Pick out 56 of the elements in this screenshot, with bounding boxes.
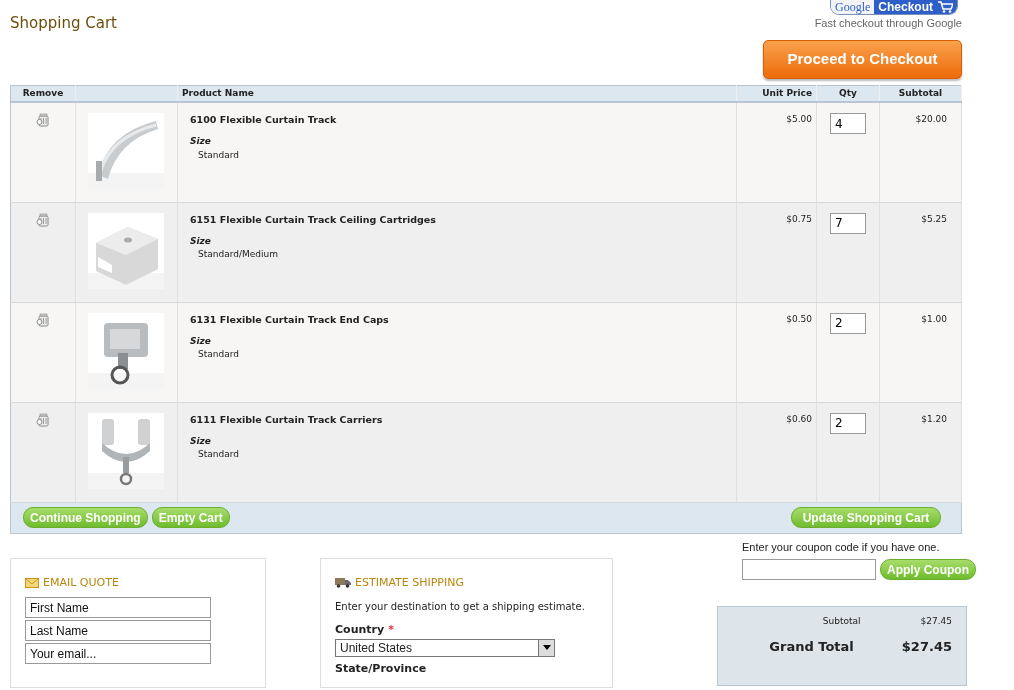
trash-icon[interactable] [36,312,50,327]
option-label: Size [189,234,212,248]
coupon-field[interactable] [742,559,876,580]
truck-icon [335,577,351,589]
required-mark: * [388,623,394,636]
grand-total-value: $27.45 [901,637,952,656]
cart-icon [937,1,953,13]
product-name[interactable]: 6131 Flexible Curtain Track End Caps [189,312,733,327]
text-field[interactable]: First Name [25,597,211,618]
option-value: Standard [197,448,240,462]
product-name[interactable]: 6111 Flexible Curtain Track Carriers [189,412,733,427]
row-subtotal: $1.00 [921,313,947,324]
option-value: Standard/Medium [197,248,279,262]
subtotal-label: Subtotal [822,615,861,628]
option-value: Standard [197,348,240,362]
google-checkout-button[interactable]: Google Checkout [830,0,958,15]
caret-icon [542,645,551,650]
option-value: Standard [197,148,240,162]
subtotal-value: $27.45 [920,615,952,628]
unit-price: $0.60 [786,413,813,424]
coupon-prompt: Enter your coupon code if you have one. [742,539,941,555]
quantity-field[interactable]: 7 [830,212,866,234]
country-label: Country [335,623,385,636]
panel-title: ESTIMATE SHIPPING [355,574,464,591]
column-header: Qty [839,87,857,98]
row-subtotal: $1.20 [921,413,947,424]
column-header: Subtotal [898,87,943,98]
quantity-field[interactable]: 2 [830,312,866,334]
trash-icon[interactable] [36,412,50,427]
checkout-caption: Fast checkout through Google [814,16,962,31]
unit-price: $5.00 [786,114,813,124]
option-label: Size [189,135,212,149]
country-select[interactable]: United States [335,638,555,657]
row-subtotal: $20.00 [915,114,947,124]
quantity-field[interactable]: 2 [830,412,866,434]
row-subtotal: $5.25 [921,213,947,224]
product-name[interactable]: 6100 Flexible Curtain Track [189,113,733,128]
text-field[interactable]: Your email... [25,643,211,664]
column-header: Unit Price [762,87,813,98]
panel-title: EMAIL QUOTE [43,574,119,591]
shipping-intro: Enter your destination to get a shipping estimate. [335,600,586,614]
option-label: Size [189,434,212,448]
trash-icon[interactable] [36,113,50,127]
trash-icon[interactable] [36,212,50,227]
option-label: Size [189,334,212,348]
column-header: Remove [22,87,64,98]
page-title: Shopping Cart [10,13,117,34]
unit-price: $0.75 [786,213,813,224]
text-field[interactable]: Last Name [25,620,211,641]
quantity-field[interactable]: 4 [830,113,866,134]
envelope-icon [25,577,39,588]
column-header: Product Name [181,87,254,98]
grand-total-label: Grand Total [769,637,854,656]
unit-price: $0.50 [786,313,813,324]
product-name[interactable]: 6151 Flexible Curtain Track Ceiling Cartridges [189,212,733,227]
state-label: State/Province [335,660,428,677]
